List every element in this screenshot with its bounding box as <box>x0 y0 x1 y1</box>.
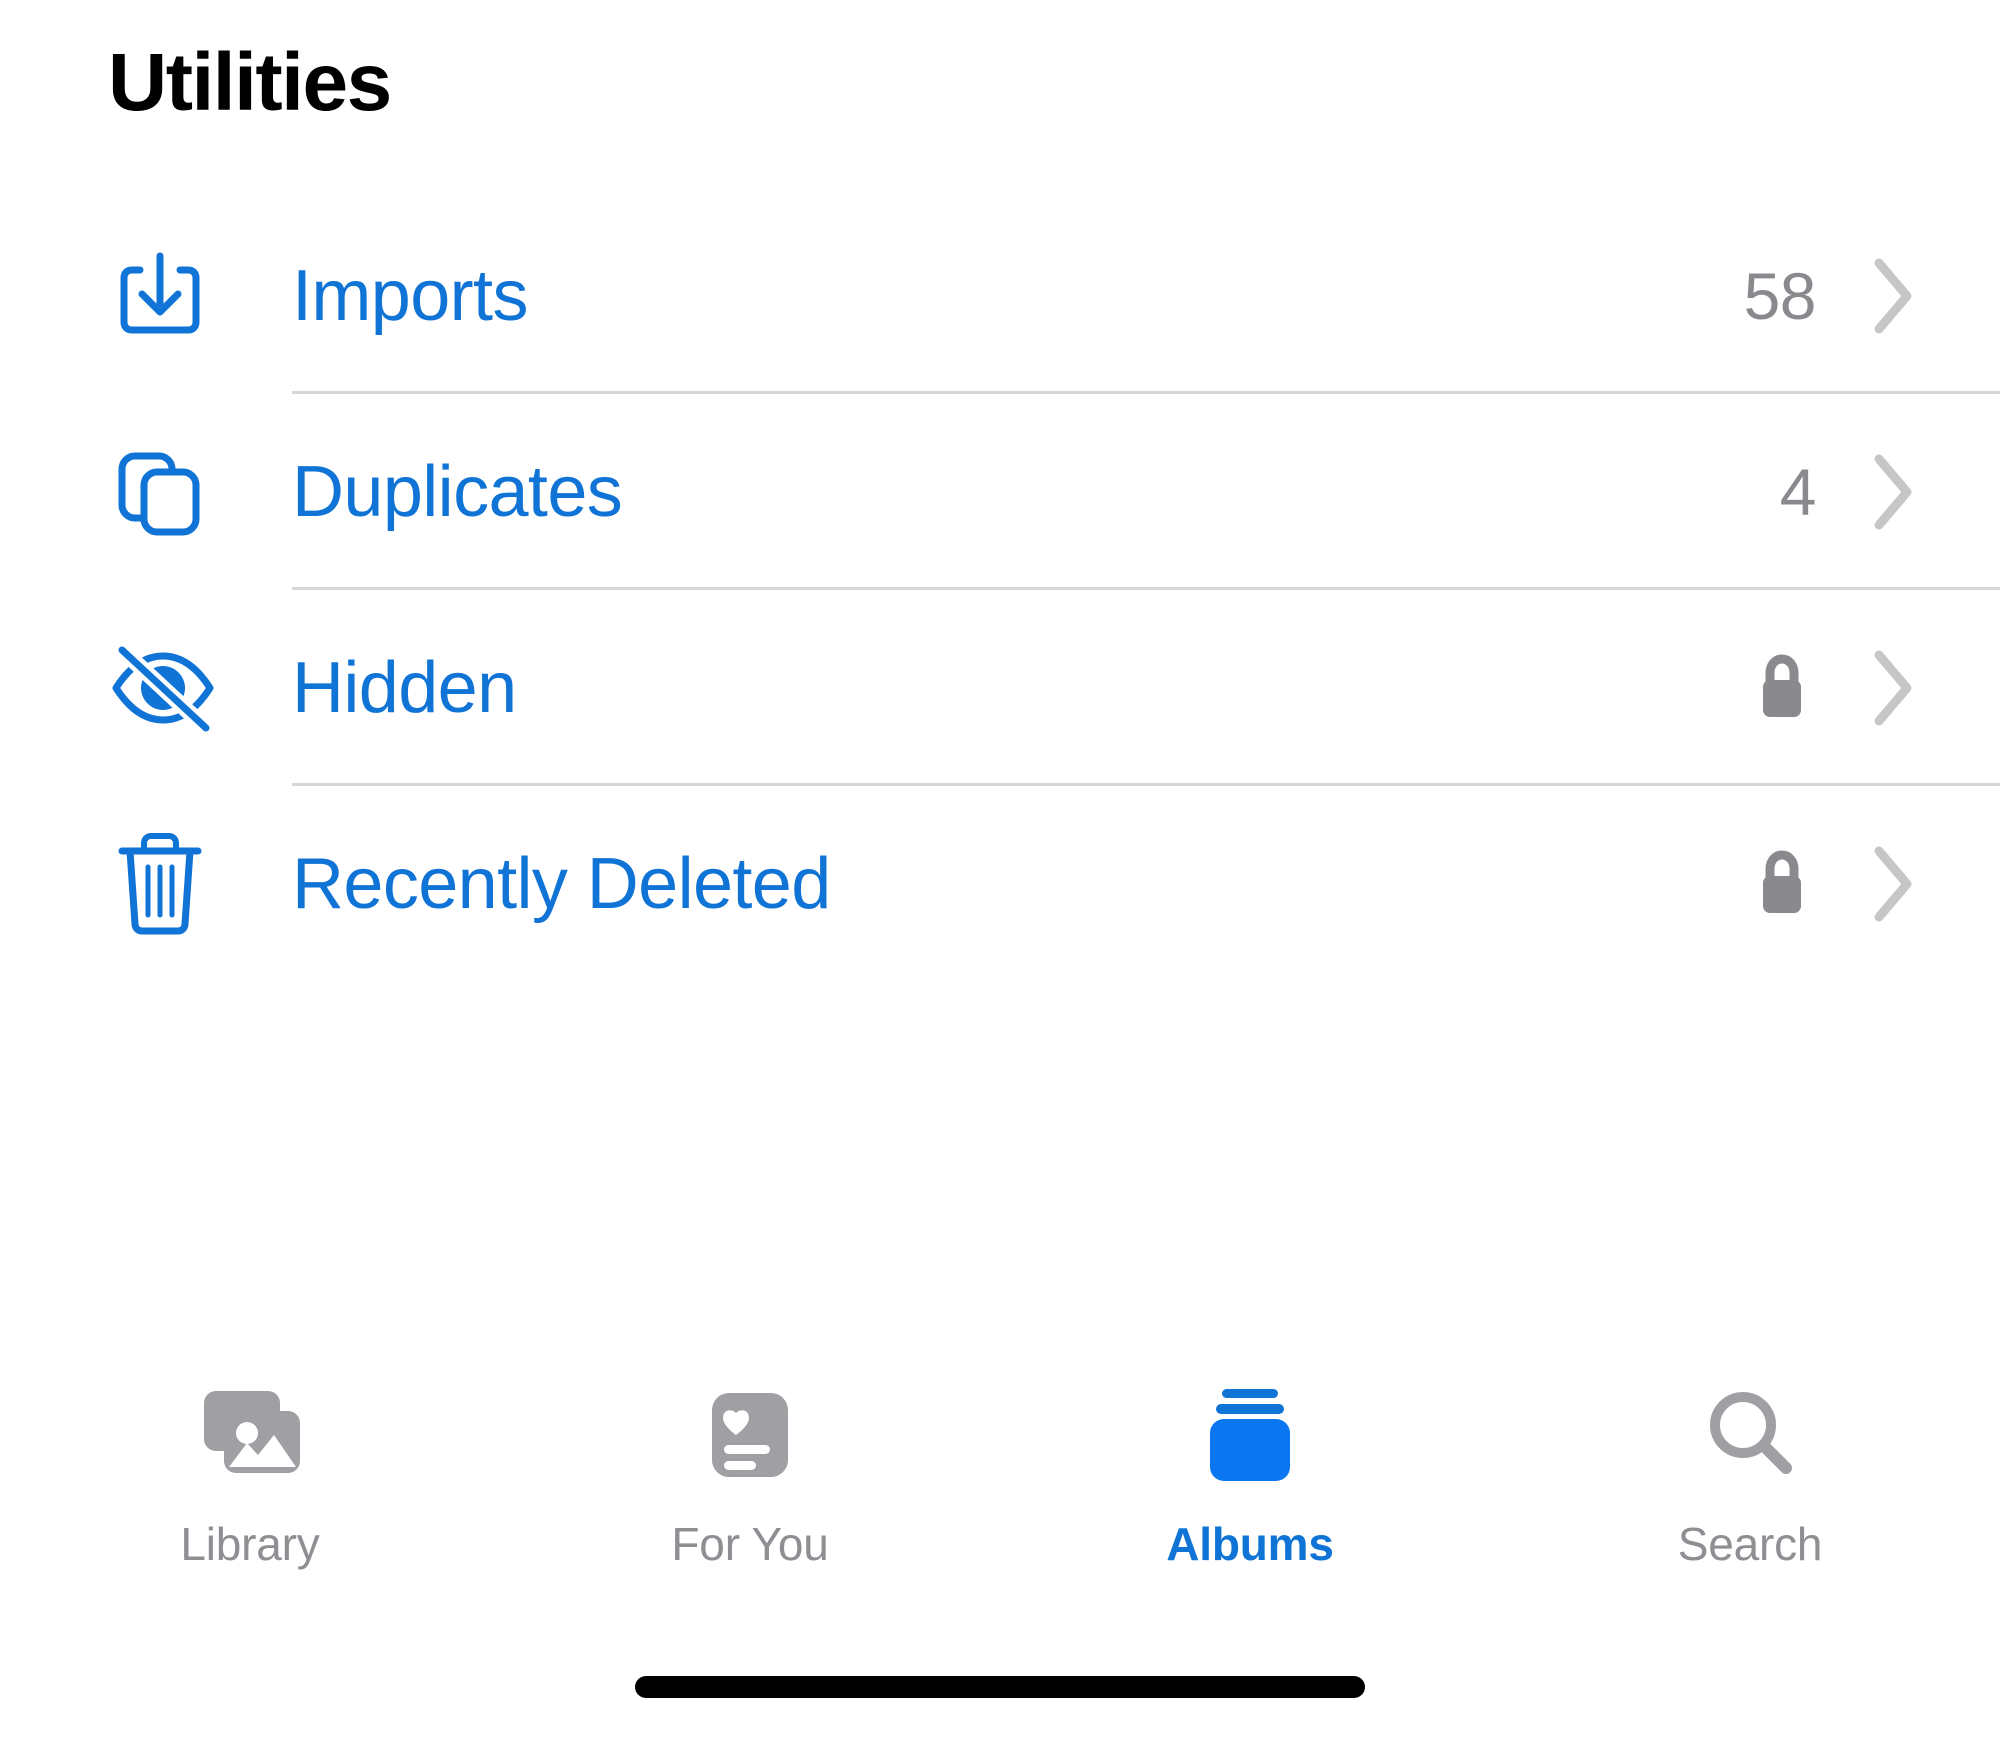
square-and-arrow-down-icon <box>108 244 220 348</box>
tab-for-you[interactable]: For You <box>500 1375 1000 1567</box>
list-item-imports[interactable]: Imports 58 <box>0 198 2000 394</box>
chevron-right-icon <box>1850 645 1936 731</box>
home-indicator[interactable] <box>635 1676 1365 1698</box>
lock-icon <box>1754 651 1810 725</box>
chevron-right-icon <box>1850 253 1936 339</box>
home-indicator-area <box>0 1627 2000 1747</box>
list-item-hidden[interactable]: Hidden <box>0 590 2000 786</box>
tab-label: Albums <box>1166 1518 1334 1570</box>
trash-icon <box>108 829 220 939</box>
tab-search[interactable]: Search <box>1500 1375 2000 1567</box>
chevron-right-icon <box>1850 449 1936 535</box>
list-item-label: Recently Deleted <box>292 844 831 924</box>
tab-label: For You <box>671 1518 829 1570</box>
utilities-list: Imports 58 Duplicates 4 Hidden Recently … <box>0 198 2000 982</box>
chevron-right-icon <box>1850 841 1936 927</box>
list-item-recently-deleted[interactable]: Recently Deleted <box>0 786 2000 982</box>
heart-card-icon <box>698 1375 802 1495</box>
tab-library[interactable]: Library <box>0 1375 500 1567</box>
tab-label: Search <box>1677 1518 1823 1570</box>
page-header: Utilities <box>0 0 2000 150</box>
list-item-label: Hidden <box>292 648 517 728</box>
eye-slash-icon <box>108 636 220 740</box>
tab-label: Library <box>180 1518 320 1570</box>
lock-icon <box>1754 847 1810 921</box>
item-count: 4 <box>1779 455 1817 529</box>
magnifier-icon <box>1698 1375 1802 1495</box>
album-stack-icon <box>1198 1375 1302 1495</box>
photo-stack-icon <box>190 1375 310 1495</box>
item-count: 58 <box>1743 259 1817 333</box>
tab-albums[interactable]: Albums <box>1000 1375 1500 1567</box>
list-item-label: Imports <box>292 256 528 336</box>
list-item-label: Duplicates <box>292 452 623 532</box>
list-item-duplicates[interactable]: Duplicates 4 <box>0 394 2000 590</box>
duplicate-squares-icon <box>108 440 220 544</box>
page-title: Utilities <box>108 37 392 128</box>
photos-utilities-screen: Utilities Imports 58 Duplicates 4 Hidden… <box>0 0 2000 1747</box>
tab-bar: Library For You Albums Search <box>0 1355 2000 1627</box>
